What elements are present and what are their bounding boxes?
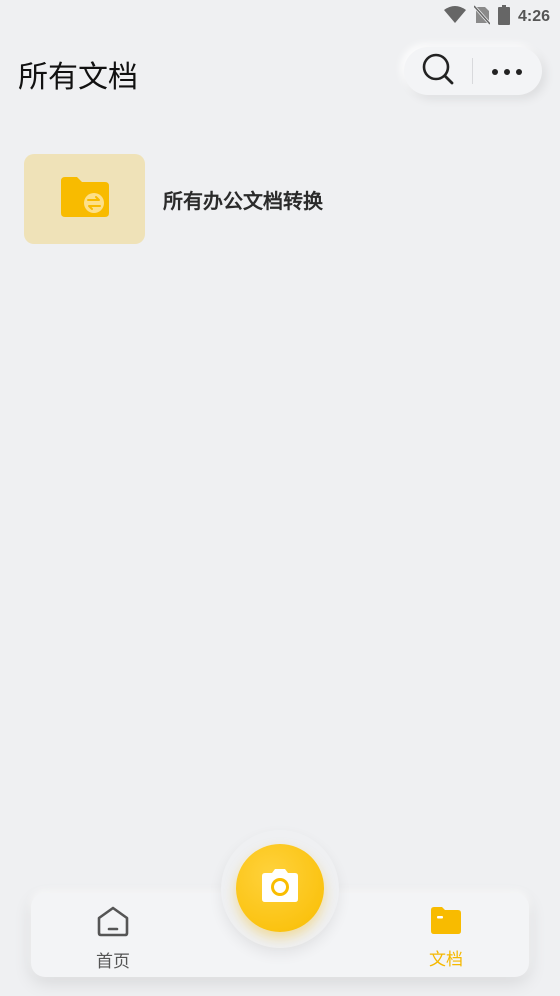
search-icon [421,52,455,90]
battery-icon [497,5,510,29]
status-icons: 4:26 [443,5,550,29]
page-title: 所有文档 [18,60,138,95]
status-time: 4:26 [517,8,550,25]
nav-home-label: 首页 [96,952,130,972]
more-options-button[interactable] [473,47,541,95]
header-actions [404,47,542,95]
nav-docs-label: 文档 [429,950,463,970]
folder-icon [429,905,463,939]
status-bar: 4:26 [0,0,560,32]
folder-thumbnail [24,154,145,244]
camera-button[interactable] [236,844,324,932]
nav-docs[interactable]: 文档 [401,905,491,970]
search-button[interactable] [404,47,472,95]
more-options-icon [490,62,524,81]
folder-convert-icon [59,175,111,223]
no-sim-icon [472,5,492,29]
camera-icon [258,867,302,909]
home-icon [96,905,130,941]
wifi-icon [443,6,466,28]
list-item-office-convert[interactable]: 所有办公文档转换 [24,154,536,244]
file-name: 所有办公文档转换 [163,188,323,213]
nav-home[interactable]: 首页 [68,905,158,972]
